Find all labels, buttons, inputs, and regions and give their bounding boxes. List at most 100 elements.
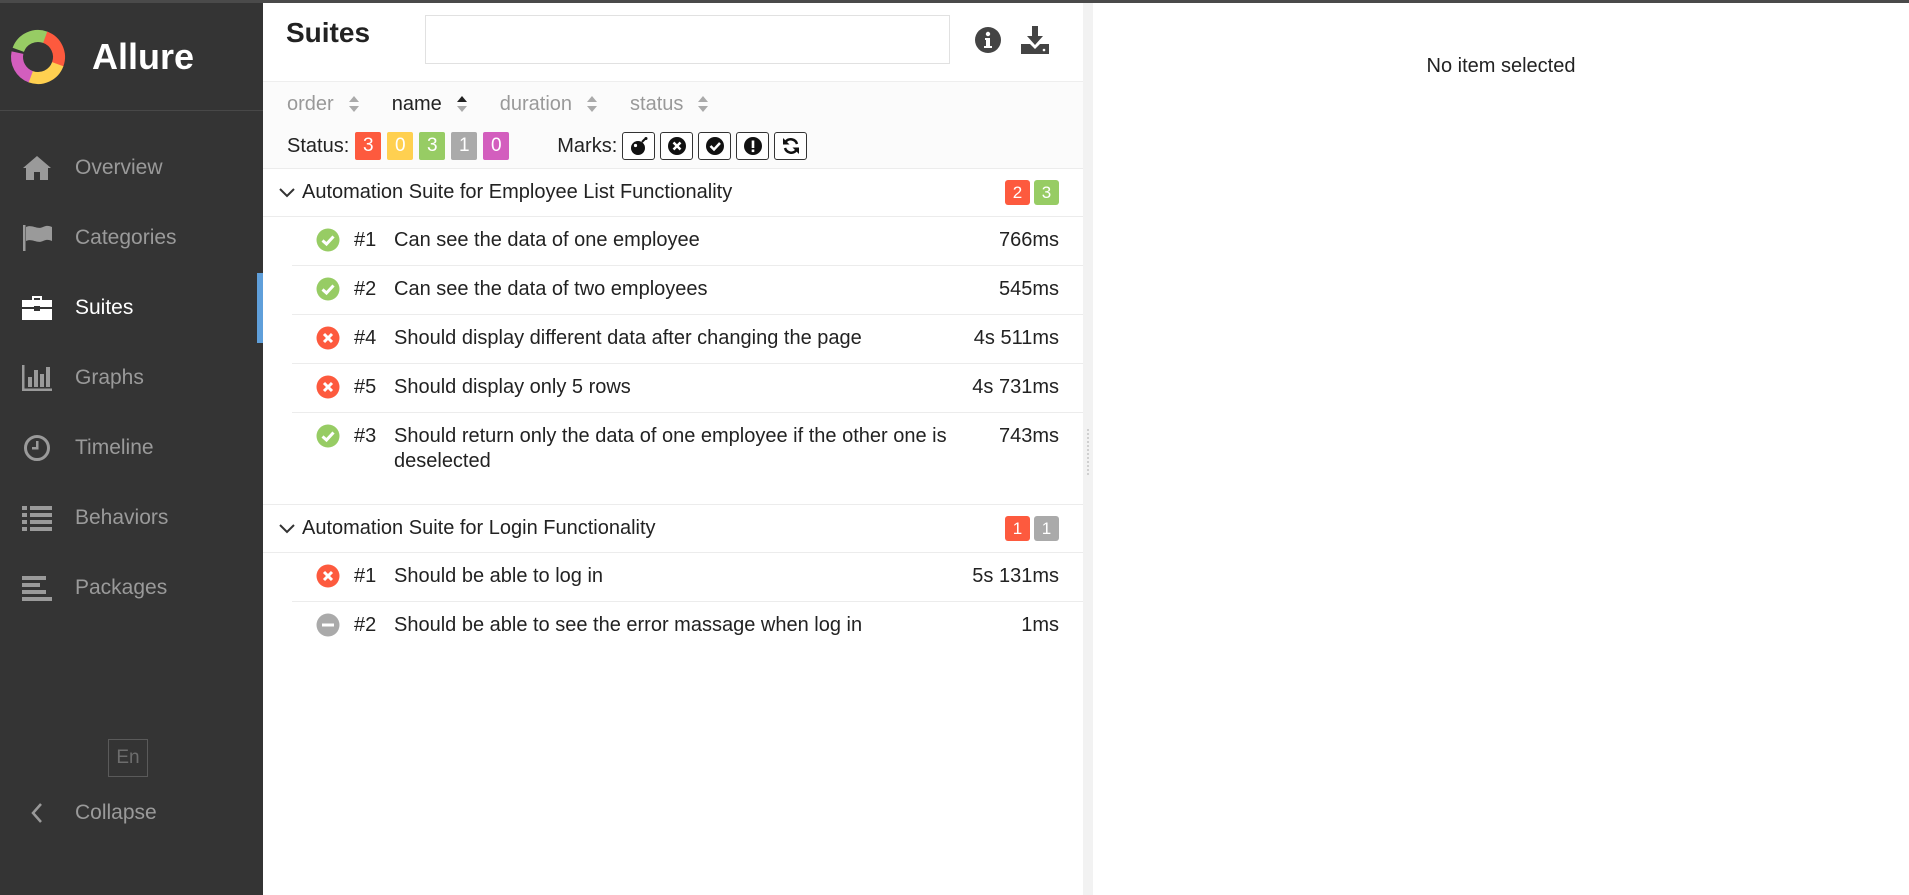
retries-mark-button[interactable] [774,132,808,160]
test-name: Can see the data of two employees [394,278,708,300]
grip-icon [1086,428,1090,476]
sort-icon [697,95,709,113]
sidebar-item-behaviors[interactable]: Behaviors [0,483,263,553]
search-input[interactable] [426,16,949,63]
test-duration: 545ms [998,278,1059,300]
sidebar-item-suites[interactable]: Suites [0,273,263,343]
detail-pane: No item selected [1093,3,1909,895]
home-icon [20,153,54,183]
suite-count-passed: 3 [1034,180,1059,205]
sort-by-order[interactable]: order [287,93,360,116]
sidebar-nav: Overview Categories Suites Graphs Timeli… [0,111,263,623]
collapse-label: Collapse [75,801,157,824]
status-filter-failed[interactable]: 3 [355,132,382,160]
sort-by-duration[interactable]: duration [500,93,598,116]
briefcase-icon [20,293,54,323]
sidebar: Allure Overview Categories Suites Graphs [0,3,263,895]
test-name: Should display different data after chan… [394,327,862,349]
test-name: Should display only 5 rows [394,376,631,398]
sidebar-item-overview[interactable]: Overview [0,133,263,203]
sidebar-item-label: Suites [75,296,134,319]
suite-group: Automation Suite for Login Functionality… [263,505,1083,650]
test-row[interactable]: #4 Should display different data after c… [292,315,1083,364]
failed-status-icon [316,375,340,399]
sort-label: status [630,92,684,115]
skipped-status-icon [316,613,340,637]
test-number: #4 [354,327,377,349]
test-number: #2 [354,278,377,300]
language-switch-button[interactable]: En [108,739,148,777]
test-row[interactable]: #1 Should be able to log in 5s 131ms [292,553,1083,602]
test-duration: 4s 731ms [972,376,1059,398]
brand[interactable]: Allure [0,3,263,111]
sort-by-name[interactable]: name [392,93,468,116]
test-row[interactable]: #2 Can see the data of two employees 545… [292,266,1083,315]
align-left-icon [20,573,54,603]
new-failed-mark-button[interactable] [660,132,694,160]
sort-by-status[interactable]: status [630,93,709,116]
test-row[interactable]: #1 Can see the data of one employee 766m… [292,217,1083,266]
suite-name: Automation Suite for Login Functionality [302,517,656,539]
status-filter-skipped[interactable]: 1 [451,132,478,160]
sidebar-item-timeline[interactable]: Timeline [0,413,263,483]
flaky-mark-button[interactable] [622,132,656,160]
empty-state-text: No item selected [1426,55,1576,77]
test-row[interactable]: #2 Should be able to see the error massa… [292,602,1083,650]
status-filter-passed[interactable]: 3 [419,132,446,160]
search-box [425,15,950,64]
filter-bar: Status: 3 0 3 1 0 Marks: [287,131,808,161]
download-icon [1021,26,1049,54]
marks-filter-label: Marks: [557,134,618,157]
test-duration: 743ms [998,425,1059,447]
chevron-left-icon [20,802,54,824]
test-row[interactable]: #5 Should display only 5 rows 4s 731ms [292,364,1083,413]
sort-label: duration [499,92,573,115]
info-button[interactable] [973,25,1003,55]
test-row[interactable]: #3 Should return only the data of one em… [292,413,1083,486]
test-duration: 4s 511ms [973,327,1059,349]
passed-status-icon [316,424,340,448]
sorter-toolbar: order name duration status Status: 3 0 3… [263,82,1083,169]
chevron-down-icon [279,187,295,198]
sidebar-item-label: Timeline [75,436,154,459]
status-filter-unknown[interactable]: 0 [483,132,510,160]
suite-count-skipped: 1 [1034,516,1059,541]
status-filter-label: Status: [287,134,350,157]
sidebar-item-packages[interactable]: Packages [0,553,263,623]
suite-group-header[interactable]: Automation Suite for Employee List Funct… [263,169,1083,217]
failed-status-icon [316,326,340,350]
test-duration: 5s 131ms [972,565,1059,587]
test-name: Should return only the data of one emplo… [394,425,947,472]
suites-pane: Suites order name duration status Status… [263,3,1083,895]
sort-label: name [391,92,442,115]
test-duration: 766ms [998,229,1059,251]
status-filter-broken[interactable]: 0 [387,132,414,160]
test-number: #1 [354,565,377,587]
clock-icon [20,433,54,463]
sidebar-item-label: Behaviors [75,506,169,529]
sidebar-item-label: Graphs [75,366,144,389]
pane-resize-handle[interactable] [1083,3,1093,895]
test-number: #2 [354,614,377,636]
flag-icon [20,223,54,253]
test-name: Can see the data of one employee [394,229,700,251]
new-broken-icon [743,137,762,155]
page-title: Suites [286,17,371,48]
test-number: #3 [354,425,377,447]
new-failed-icon [667,137,686,155]
collapse-button[interactable]: Collapse [20,793,157,833]
suite-group-header[interactable]: Automation Suite for Login Functionality… [263,505,1083,553]
sort-options: order name duration status [287,91,741,117]
group-separator [263,486,1083,505]
new-passed-icon [705,137,724,155]
test-duration: 1ms [1021,614,1059,636]
download-button[interactable] [1020,25,1050,55]
pane-header: Suites [263,3,1083,82]
flaky-bomb-icon [630,137,648,155]
sidebar-item-label: Overview [75,156,163,179]
sidebar-item-graphs[interactable]: Graphs [0,343,263,413]
sidebar-item-categories[interactable]: Categories [0,203,263,273]
new-passed-mark-button[interactable] [698,132,732,160]
suite-count-failed: 1 [1005,516,1030,541]
new-broken-mark-button[interactable] [736,132,770,160]
